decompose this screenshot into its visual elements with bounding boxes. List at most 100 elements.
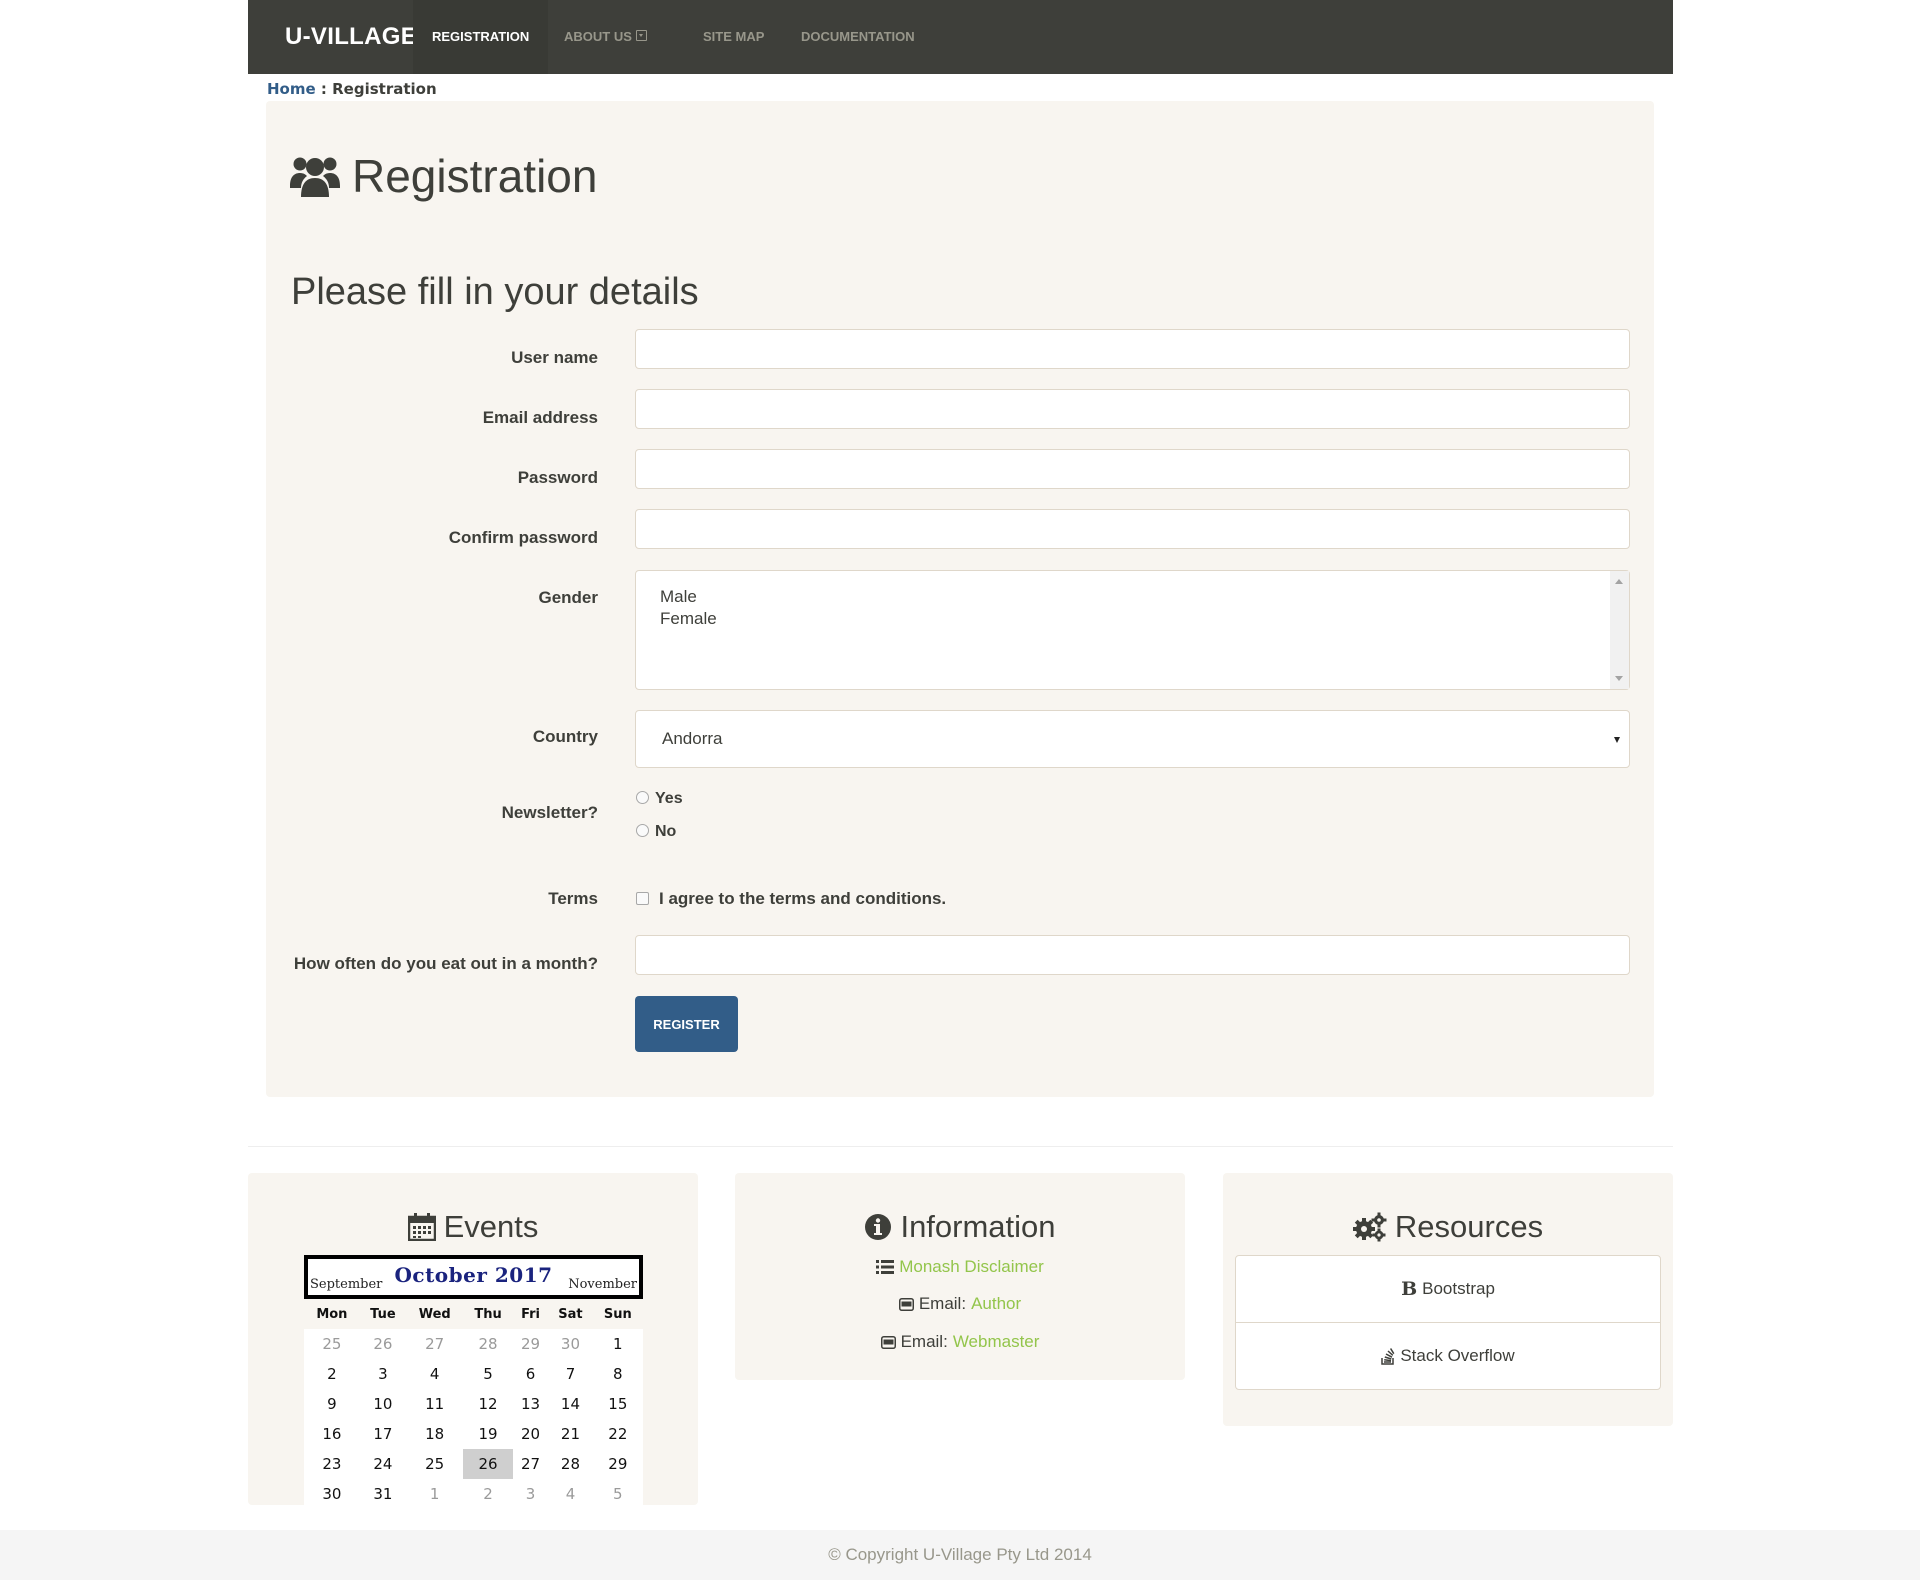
calendar-day[interactable]: 9 <box>304 1389 360 1419</box>
resource-bootstrap-link[interactable]: B Bootstrap <box>1236 1256 1660 1322</box>
calendar-day[interactable]: 23 <box>304 1449 360 1479</box>
gender-option-female[interactable]: Female <box>660 609 717 629</box>
calendar-day[interactable]: 21 <box>548 1419 592 1449</box>
resources-card: Resources B Bootstrap Stack Overflow <box>1223 1173 1673 1426</box>
author-email-prefix: Email: <box>918 1294 967 1313</box>
footer-copyright: © Copyright U-Village Pty Ltd 2014 <box>828 1545 1092 1564</box>
calendar-day[interactable]: 5 <box>593 1479 643 1509</box>
terms-checkbox-label[interactable]: I agree to the terms and conditions. <box>659 889 946 909</box>
nav-registration[interactable]: REGISTRATION <box>413 0 549 74</box>
breadcrumb: Home : Registration <box>267 80 437 98</box>
divider <box>248 1146 1673 1147</box>
dropdown-caret-icon <box>635 30 647 41</box>
scroll-down-icon[interactable] <box>1615 676 1623 681</box>
envelope-icon <box>880 1335 896 1349</box>
calendar-day[interactable]: 27 <box>513 1449 549 1479</box>
page-title-text: Registration <box>352 150 598 202</box>
gender-listbox[interactable]: Male Female <box>635 570 1630 690</box>
calendar-day[interactable]: 15 <box>593 1389 643 1419</box>
gears-icon <box>1352 1212 1387 1242</box>
register-button[interactable]: REGISTER <box>635 996 738 1052</box>
calendar-day[interactable]: 7 <box>548 1359 592 1389</box>
calendar-day[interactable]: 25 <box>406 1449 463 1479</box>
newsletter-no-radio[interactable] <box>636 824 649 837</box>
calendar-weekday: Sun <box>592 1299 643 1329</box>
information-title: Information <box>735 1209 1185 1245</box>
calendar-day[interactable]: 4 <box>548 1479 592 1509</box>
calendar-day[interactable]: 2 <box>304 1359 360 1389</box>
calendar-day[interactable]: 17 <box>360 1419 406 1449</box>
author-email-link[interactable]: Author <box>971 1294 1021 1314</box>
calendar-day[interactable]: 26 <box>360 1329 406 1359</box>
calendar-day[interactable]: 31 <box>360 1479 406 1509</box>
calendar-day[interactable]: 5 <box>463 1359 512 1389</box>
calendar-day[interactable]: 29 <box>593 1449 643 1479</box>
calendar-weekday: Mon <box>304 1299 360 1329</box>
country-label: Country <box>532 727 598 746</box>
calendar: September October 2017 November Mon Tue We… <box>304 1255 643 1509</box>
calendar-day[interactable]: 1 <box>593 1329 643 1359</box>
calendar-day[interactable]: 14 <box>548 1389 592 1419</box>
calendar-day[interactable]: 28 <box>548 1449 592 1479</box>
username-input[interactable] <box>635 329 1630 369</box>
resource-stackoverflow-link[interactable]: Stack Overflow <box>1236 1322 1660 1389</box>
email-input[interactable] <box>635 389 1630 429</box>
calendar-day[interactable]: 8 <box>593 1359 643 1389</box>
calendar-day[interactable]: 28 <box>463 1329 512 1359</box>
nav-documentation[interactable]: DOCUMENTATION <box>782 0 934 74</box>
calendar-week-row: 16 17 18 19 20 21 22 <box>304 1419 643 1449</box>
webmaster-email-link[interactable]: Webmaster <box>953 1332 1040 1352</box>
calendar-day[interactable]: 3 <box>513 1479 549 1509</box>
calendar-day[interactable]: 29 <box>513 1329 549 1359</box>
calendar-day[interactable]: 30 <box>304 1479 360 1509</box>
calendar-day[interactable]: 22 <box>593 1419 643 1449</box>
country-select[interactable]: Andorra <box>635 710 1630 768</box>
scroll-up-icon[interactable] <box>1615 579 1623 584</box>
brand-logo[interactable]: U-VILLAGE <box>285 0 417 74</box>
calendar-icon <box>407 1213 436 1241</box>
calendar-grid: Mon Tue Wed Thu Fri Sat Sun 25 26 27 28 29 30 1 2 3 4 5 6… <box>304 1299 643 1509</box>
calendar-day[interactable]: 3 <box>360 1359 406 1389</box>
newsletter-no-label[interactable]: No <box>655 823 676 841</box>
calendar-day[interactable]: 4 <box>406 1359 463 1389</box>
calendar-next-month[interactable]: November <box>568 1277 637 1292</box>
nav-about-us[interactable]: ABOUT US <box>545 0 666 74</box>
eat-out-input[interactable] <box>635 935 1630 975</box>
monash-disclaimer-link[interactable]: Monash Disclaimer <box>899 1257 1044 1277</box>
gender-option-male[interactable]: Male <box>660 587 697 607</box>
calendar-day[interactable]: 2 <box>463 1479 512 1509</box>
calendar-day[interactable]: 20 <box>513 1419 549 1449</box>
confirm-password-input[interactable] <box>635 509 1630 549</box>
calendar-day[interactable]: 19 <box>463 1419 512 1449</box>
newsletter-yes-radio[interactable] <box>636 791 649 804</box>
listbox-scrollbar[interactable] <box>1610 571 1629 689</box>
calendar-day[interactable]: 27 <box>406 1329 463 1359</box>
calendar-day[interactable]: 1 <box>406 1479 463 1509</box>
calendar-day[interactable]: 16 <box>304 1419 360 1449</box>
list-icon <box>876 1260 895 1274</box>
calendar-day[interactable]: 12 <box>463 1389 512 1419</box>
nav-site-map[interactable]: SITE MAP <box>684 0 783 74</box>
breadcrumb-home-link[interactable]: Home <box>267 80 316 98</box>
resources-list: B Bootstrap Stack Overflow <box>1235 1255 1661 1390</box>
navbar: U-VILLAGE REGISTRATION ABOUT US SITE MAP… <box>248 0 1673 74</box>
webmaster-email-line: Email: Webmaster <box>735 1332 1185 1352</box>
calendar-day[interactable]: 11 <box>406 1389 463 1419</box>
confirm-password-label: Confirm password <box>448 528 598 547</box>
form-subtitle: Please fill in your details <box>291 271 699 313</box>
password-input[interactable] <box>635 449 1630 489</box>
newsletter-yes-label[interactable]: Yes <box>655 790 683 808</box>
calendar-day[interactable]: 24 <box>360 1449 406 1479</box>
resource-bootstrap-label: Bootstrap <box>1422 1279 1495 1298</box>
calendar-day[interactable]: 30 <box>548 1329 592 1359</box>
calendar-day[interactable]: 25 <box>304 1329 360 1359</box>
calendar-day[interactable]: 10 <box>360 1389 406 1419</box>
calendar-day[interactable]: 13 <box>513 1389 549 1419</box>
calendar-day[interactable]: 18 <box>406 1419 463 1449</box>
calendar-day[interactable]: 26 <box>463 1449 513 1479</box>
calendar-day[interactable]: 6 <box>513 1359 549 1389</box>
calendar-week-row: 2345678 <box>304 1359 643 1389</box>
terms-checkbox[interactable] <box>636 892 649 905</box>
calendar-week-row: 25 26 27 28 29 30 1 <box>304 1329 643 1359</box>
breadcrumb-current: Registration <box>332 80 437 98</box>
